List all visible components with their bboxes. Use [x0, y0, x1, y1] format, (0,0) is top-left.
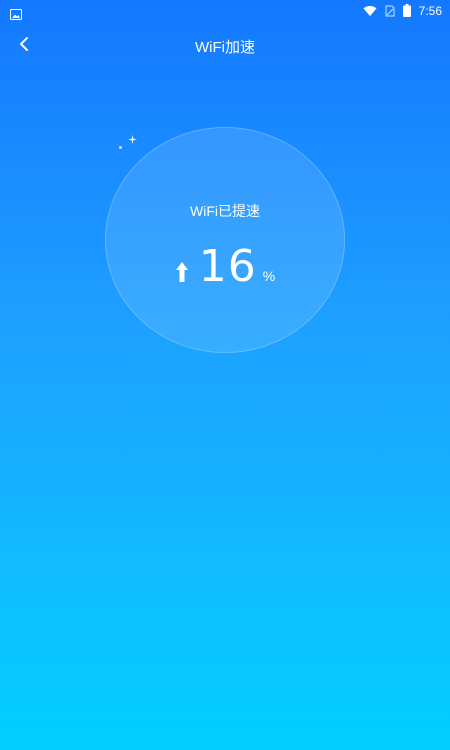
- header: WiFi加速: [0, 28, 450, 64]
- boost-label: WiFi已提速: [190, 203, 260, 219]
- status-icons: 7:56: [363, 3, 442, 19]
- up-arrow-icon: [175, 261, 189, 283]
- wifi-boost-screen: 7:56 WiFi加速 WiFi已提速 16 %: [0, 0, 450, 750]
- battery-icon: [402, 2, 411, 21]
- speed-circle: WiFi已提速 16 %: [105, 127, 345, 353]
- page-title: WiFi加速: [195, 39, 255, 56]
- image-icon: [10, 5, 22, 20]
- speed-unit: %: [262, 268, 276, 284]
- wifi-icon: [363, 2, 377, 21]
- sparkle-dot-icon: [119, 146, 122, 149]
- status-time: 7:56: [418, 4, 442, 18]
- speed-readout: 16 %: [106, 232, 344, 292]
- sim-icon: [385, 2, 395, 21]
- status-bar: 7:56: [0, 0, 450, 22]
- speed-value: 16: [198, 241, 257, 292]
- sparkle-icon: [128, 129, 137, 144]
